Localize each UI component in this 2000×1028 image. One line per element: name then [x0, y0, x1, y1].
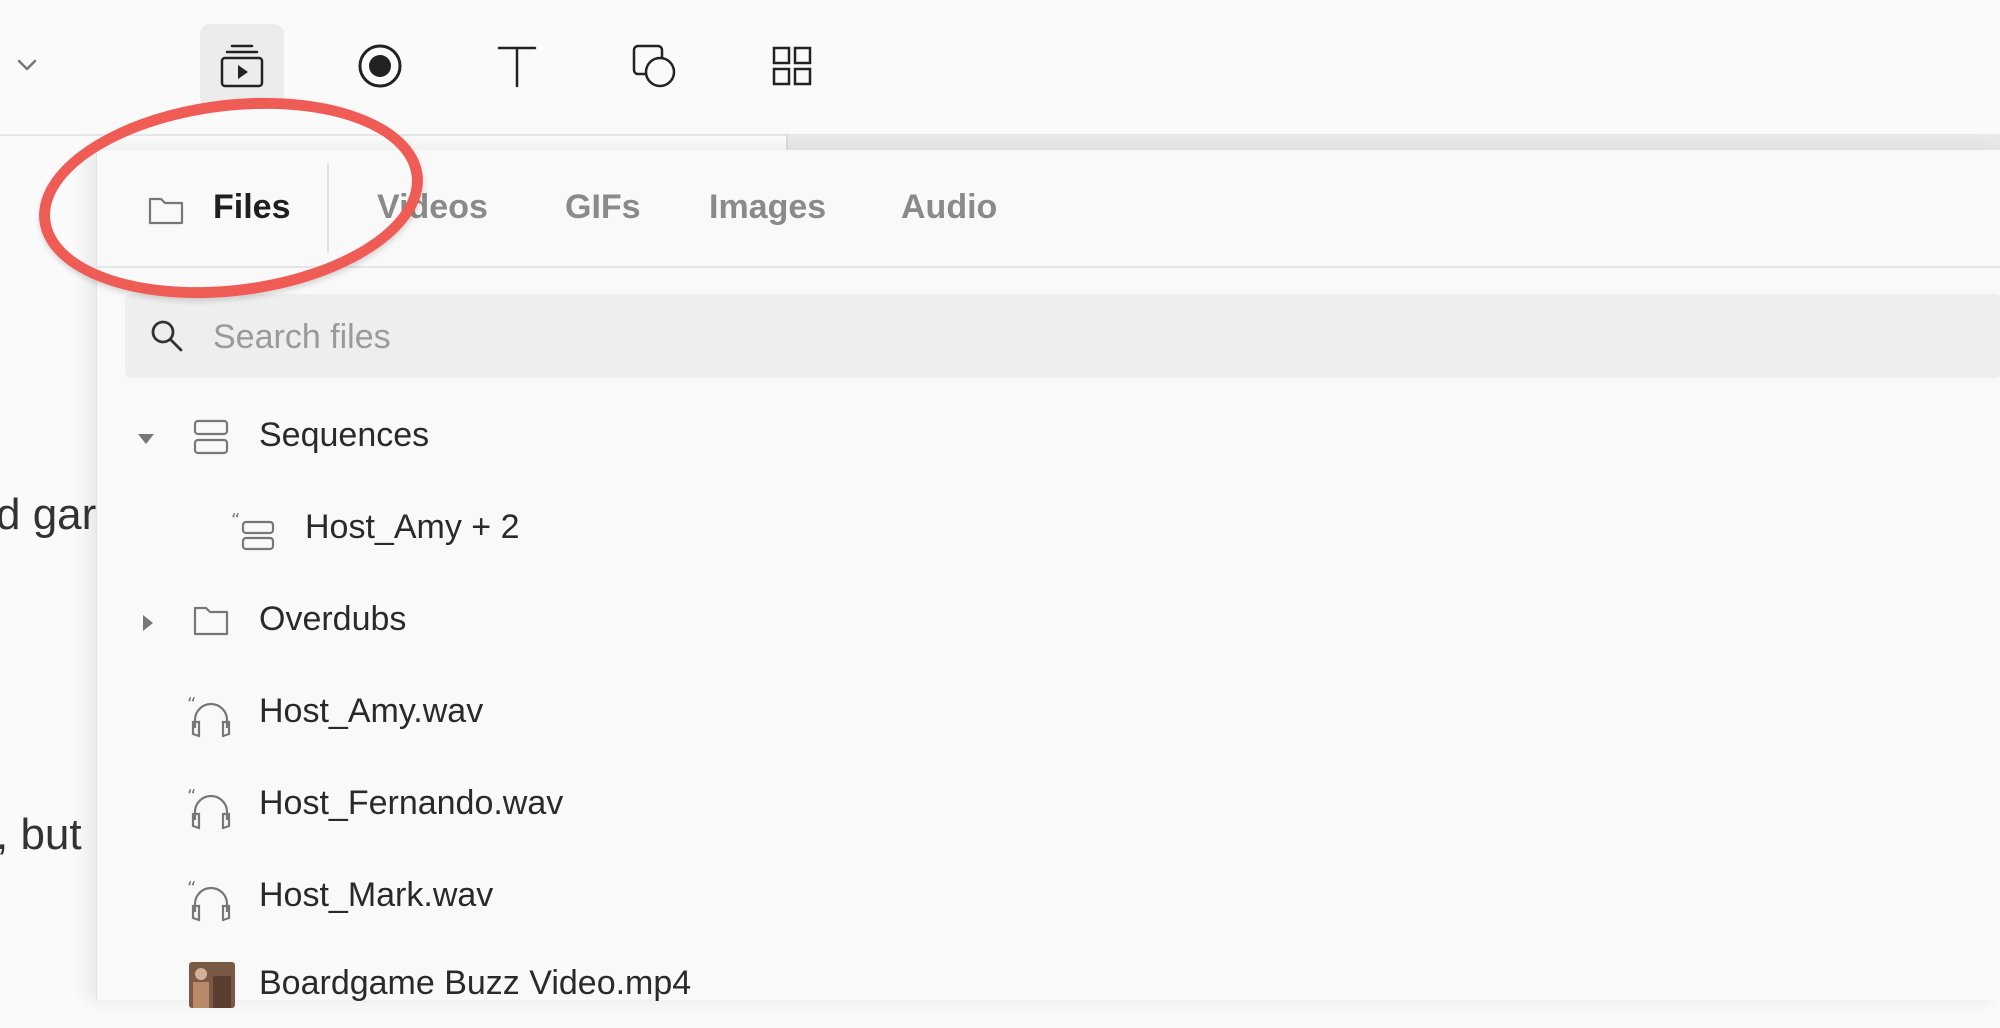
timeline-divider: [786, 134, 2000, 150]
media-tabs: Files Videos GIFs Images Audio: [97, 150, 2000, 268]
headphones-icon: “: [185, 876, 237, 929]
search-input[interactable]: [211, 306, 1915, 368]
layout-grid-button[interactable]: [750, 24, 834, 108]
chevron-down-icon[interactable]: [12, 50, 42, 80]
caret-down-icon[interactable]: [135, 428, 157, 455]
grid-icon: [772, 46, 812, 86]
record-button[interactable]: [338, 24, 422, 108]
list-item-label: Boardgame Buzz Video.mp4: [259, 964, 692, 1002]
tab-videos[interactable]: Videos: [377, 188, 488, 227]
document-text-fragment: d gar: [0, 490, 97, 539]
svg-text:“: “: [187, 786, 196, 807]
list-item-label: Host_Amy + 2: [305, 508, 520, 546]
shape-tool-button[interactable]: [612, 24, 696, 108]
top-toolbar: [0, 0, 2000, 136]
record-icon: [358, 44, 402, 88]
shape-icon: [632, 44, 676, 88]
tab-files[interactable]: Files: [213, 188, 290, 227]
search-bar: [125, 294, 2000, 378]
tree-group-sequences[interactable]: Sequences: [97, 396, 2000, 484]
list-item[interactable]: “ Host_Fernando.wav: [97, 764, 2000, 852]
list-item-label: Host_Amy.wav: [259, 692, 484, 730]
tab-images[interactable]: Images: [709, 188, 826, 227]
list-item[interactable]: “ Host_Mark.wav: [97, 856, 2000, 944]
text-tool-button[interactable]: [475, 24, 559, 108]
tree-group-label: Sequences: [259, 416, 430, 454]
list-item[interactable]: Boardgame Buzz Video.mp4: [97, 940, 2000, 1028]
search-icon: [147, 316, 187, 361]
media-library-button[interactable]: [200, 24, 284, 108]
list-item[interactable]: “ Host_Amy.wav: [97, 672, 2000, 760]
svg-text:“: “: [187, 694, 196, 715]
folder-icon: [147, 194, 185, 231]
headphones-icon: “: [185, 784, 237, 837]
svg-text:“: “: [231, 510, 240, 531]
sequence-stack-icon: [191, 416, 231, 465]
list-item[interactable]: “ Host_Amy + 2: [97, 488, 2000, 576]
tree-group-overdubs[interactable]: Overdubs: [97, 580, 2000, 668]
sequence-icon: “: [229, 508, 277, 561]
caret-right-icon[interactable]: [137, 612, 159, 639]
headphones-icon: “: [185, 692, 237, 745]
document-text-fragment: , but: [0, 810, 82, 859]
media-library-panel: Files Videos GIFs Images Audio Sequences…: [96, 150, 2000, 1008]
folder-icon: [191, 600, 231, 645]
media-library-icon: [220, 44, 264, 88]
list-item-label: Host_Mark.wav: [259, 876, 494, 914]
tab-gifs[interactable]: GIFs: [565, 188, 641, 227]
list-item-label: Host_Fernando.wav: [259, 784, 564, 822]
tab-divider: [327, 164, 329, 252]
svg-text:“: “: [187, 878, 196, 899]
tab-audio[interactable]: Audio: [901, 188, 997, 227]
video-thumbnail: [189, 962, 235, 1013]
tree-group-label: Overdubs: [259, 600, 407, 638]
text-icon: [497, 46, 537, 88]
